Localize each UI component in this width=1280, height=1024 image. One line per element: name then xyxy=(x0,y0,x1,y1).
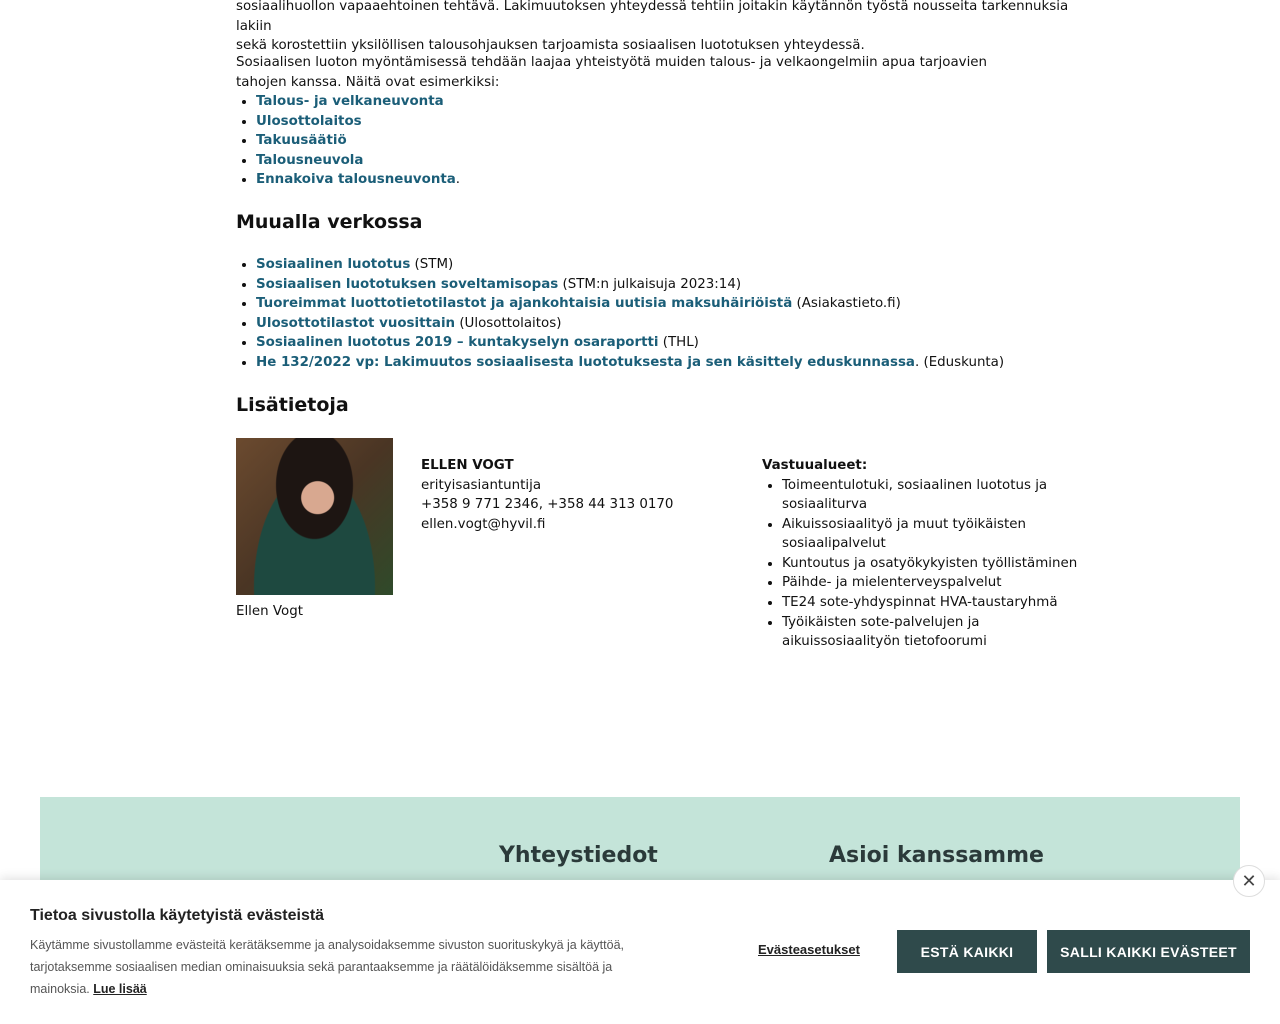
reject-all-button[interactable]: ESTÄ KAIKKI xyxy=(897,930,1037,973)
list-link[interactable]: Talous- ja velkaneuvonta xyxy=(256,94,444,109)
close-icon[interactable]: ✕ xyxy=(1233,865,1265,897)
contact-title: erityisasiantuntija xyxy=(421,477,542,493)
list-item: Takuusäätiö xyxy=(256,131,1076,151)
cookie-title: Tietoa sivustolla käytetyistä evästeistä xyxy=(30,907,325,924)
photo-caption: Ellen Vogt xyxy=(236,604,303,619)
list-item: Tuoreimmat luottotietotilastot ja ajanko… xyxy=(256,294,1086,314)
responsibility-item: Työikäisten sote-palvelujen ja aikuissos… xyxy=(782,613,1086,652)
responsibilities-list: Toimeentulotuki, sosiaalinen luototus ja… xyxy=(762,476,1086,652)
intro-line-2: sekä korostettiin yksilöllisen talousohj… xyxy=(236,38,865,53)
footer-services-heading: Asioi kanssamme xyxy=(829,843,1044,868)
list-item: He 132/2022 vp: Lakimuutos sosiaalisesta… xyxy=(256,353,1086,373)
cookie-banner: Tietoa sivustolla käytetyistä evästeistä… xyxy=(0,880,1280,1024)
list-item: Ulosottolaitos xyxy=(256,112,1076,132)
list-link[interactable]: Sosiaalisen luototuksen soveltamisopas xyxy=(256,277,558,292)
cooperation-paragraph: Sosiaalisen luoton myöntämisessä tehdään… xyxy=(236,55,988,90)
cooperation-link-list: Talous- ja velkaneuvonta Ulosottolaitos Ta… xyxy=(236,92,1076,190)
list-item: Sosiaalinen luototus 2019 – kuntakyselyn… xyxy=(256,333,1086,353)
responsibility-item: TE24 sote-yhdyspinnat HVA-taustaryhmä xyxy=(782,593,1086,613)
responsibility-item: Aikuissosiaalityö ja muut työikäisten so… xyxy=(782,515,1086,554)
info-heading: Lisätietoja xyxy=(236,394,349,416)
list-item: Sosiaalinen luototus (STM) xyxy=(256,255,1086,275)
list-link-suffix: (THL) xyxy=(658,335,699,351)
intro-paragraph: sosiaalihuollon vapaaehtoinen tehtävä. L… xyxy=(236,0,1086,56)
list-link[interactable]: Sosiaalinen luototus xyxy=(256,257,410,272)
contact-email[interactable]: ellen.vogt@hyvil.fi xyxy=(421,515,741,535)
list-link-suffix: (Ulosottolaitos) xyxy=(455,315,562,331)
elsewhere-heading: Muualla verkossa xyxy=(236,211,423,233)
list-link[interactable]: Ennakoiva talousneuvonta xyxy=(256,172,456,187)
list-link[interactable]: Ulosottolaitos xyxy=(256,114,362,129)
contact-phone: +358 9 771 2346, +358 44 313 0170 xyxy=(421,497,674,512)
elsewhere-link-list: Sosiaalinen luototus (STM)Sosiaalisen lu… xyxy=(236,255,1086,373)
list-link-suffix: (Asiakastieto.fi) xyxy=(792,296,901,312)
list-item: Ennakoiva talousneuvonta. xyxy=(256,170,1076,190)
list-item: Talousneuvola xyxy=(256,151,1076,171)
list-link[interactable]: Sosiaalinen luototus 2019 – kuntakyselyn… xyxy=(256,335,658,350)
read-more-link[interactable]: Lue lisää xyxy=(93,982,147,996)
responsibility-item: Kuntoutus ja osatyökykyisten työllistämi… xyxy=(782,554,1086,574)
responsibility-item: Päihde- ja mielenterveyspalvelut xyxy=(782,573,1086,593)
cookie-settings-button[interactable]: Evästeasetukset xyxy=(758,942,860,957)
contact-name: ELLEN VOGT xyxy=(421,458,514,473)
responsibility-item: Toimeentulotuki, sosiaalinen luototus ja… xyxy=(782,476,1086,515)
list-link-suffix: . (Eduskunta) xyxy=(914,354,1005,370)
list-link-suffix: . xyxy=(455,172,461,188)
list-link[interactable]: Tuoreimmat luottotietotilastot ja ajanko… xyxy=(256,296,792,311)
list-link[interactable]: He 132/2022 vp: Lakimuutos sosiaalisesta… xyxy=(256,355,915,370)
list-link-suffix: (STM) xyxy=(410,257,454,272)
list-link[interactable]: Ulosottotilastot vuosittain xyxy=(256,316,455,331)
list-item: Talous- ja velkaneuvonta xyxy=(256,92,1076,112)
accept-all-button[interactable]: SALLI KAIKKI EVÄSTEET xyxy=(1047,930,1250,973)
list-link[interactable]: Takuusäätiö xyxy=(256,133,347,148)
list-item: Ulosottotilastot vuosittain (Ulosottolai… xyxy=(256,314,1086,334)
list-link-suffix: (STM:n julkaisuja 2023:14) xyxy=(558,276,742,292)
contact-photo xyxy=(236,438,393,595)
cookie-text: Käytämme sivustollamme evästeitä kerätäk… xyxy=(30,934,670,1000)
responsibilities-heading: Vastuualueet: xyxy=(762,458,868,473)
responsibilities-block: Vastuualueet: Toimeentulotuki, sosiaalin… xyxy=(762,456,1086,652)
contact-card: ELLEN VOGT erityisasiantuntija +358 9 77… xyxy=(421,456,741,534)
footer-contact-heading: Yhteystiedot xyxy=(499,843,658,868)
list-link[interactable]: Talousneuvola xyxy=(256,153,363,168)
intro-line-1: sosiaalihuollon vapaaehtoinen tehtävä. L… xyxy=(236,0,1069,34)
list-item: Sosiaalisen luototuksen soveltamisopas (… xyxy=(256,275,1086,295)
